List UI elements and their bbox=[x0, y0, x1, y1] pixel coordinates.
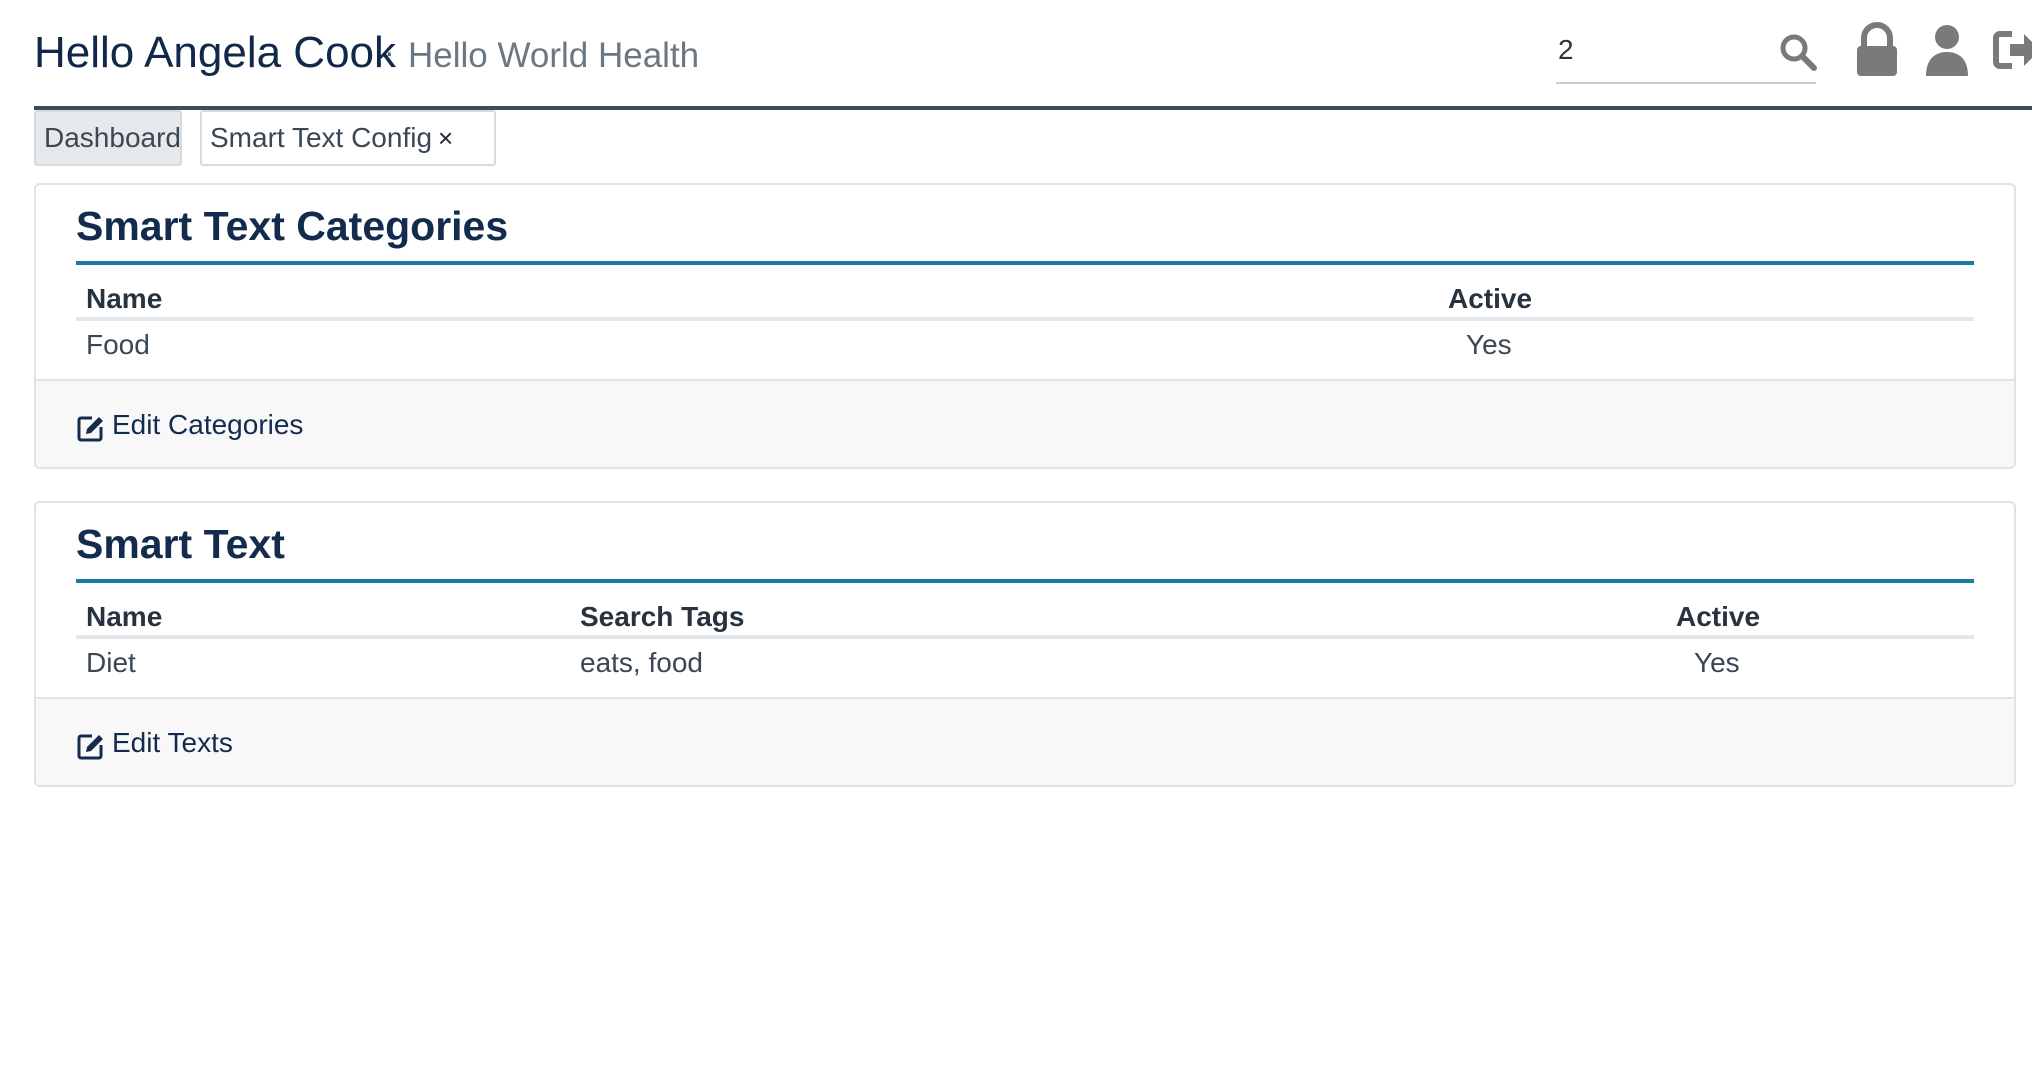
panel-footer: Edit Categories bbox=[36, 379, 2014, 467]
tab-smart-text-config-label: Smart Text Config bbox=[210, 122, 433, 153]
edit-icon bbox=[77, 734, 103, 760]
close-icon[interactable]: × bbox=[438, 112, 453, 164]
column-header-active: Active bbox=[1448, 283, 1533, 314]
app-header: Hello Angela Cook · Hello World Health bbox=[34, 0, 2032, 110]
cell-search-tags: eats, food bbox=[580, 647, 703, 678]
search-box bbox=[1556, 22, 1818, 84]
panel-title: Smart Text Categories bbox=[76, 199, 1974, 265]
column-header-search-tags: Search Tags bbox=[580, 601, 745, 632]
user-greeting: Hello Angela Cook bbox=[34, 28, 397, 77]
title-separator: · bbox=[384, 34, 395, 70]
tab-smart-text-config[interactable]: Smart Text Config × bbox=[200, 110, 496, 166]
panel-title: Smart Text bbox=[76, 517, 1974, 583]
cell-name: Diet bbox=[86, 647, 136, 678]
tab-dashboard-label: Dashboard bbox=[44, 122, 181, 153]
user-icon[interactable] bbox=[1922, 22, 1972, 78]
panel-footer: Edit Texts bbox=[36, 697, 2014, 785]
edit-categories-label: Edit Categories bbox=[112, 409, 304, 440]
table-header-row: Name Search Tags Active bbox=[76, 595, 1974, 639]
tab-dashboard[interactable]: Dashboard bbox=[34, 110, 182, 166]
edit-texts-label: Edit Texts bbox=[112, 727, 233, 758]
column-header-active: Active bbox=[1676, 601, 1761, 632]
lock-icon[interactable] bbox=[1852, 22, 1902, 78]
edit-icon bbox=[77, 416, 103, 442]
smart-text-categories-panel: Smart Text Categories Name Active Food Y… bbox=[34, 183, 2016, 469]
smart-text-panel: Smart Text Name Search Tags Active Diet … bbox=[34, 501, 2016, 787]
search-input[interactable] bbox=[1556, 30, 1756, 70]
search-icon[interactable] bbox=[1778, 32, 1818, 72]
logout-icon[interactable] bbox=[1992, 22, 2032, 78]
cell-name: Food bbox=[86, 329, 150, 360]
column-header-name: Name bbox=[86, 283, 163, 314]
cell-active: Yes bbox=[1466, 329, 1512, 360]
organization-name: Hello World Health bbox=[408, 36, 700, 75]
table-header-row: Name Active bbox=[76, 277, 1974, 321]
column-header-name: Name bbox=[86, 601, 163, 632]
cell-active: Yes bbox=[1694, 647, 1740, 678]
